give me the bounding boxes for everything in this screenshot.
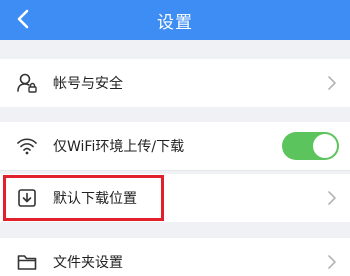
divider	[0, 170, 350, 171]
header-bar: 设置	[0, 0, 350, 40]
settings-item-label: 帐号与安全	[53, 76, 123, 92]
settings-item-label: 文件夹设置	[53, 255, 123, 271]
chevron-right-icon	[328, 76, 336, 90]
chevron-left-icon	[17, 9, 29, 29]
back-button[interactable]	[8, 4, 38, 34]
page-title: 设置	[157, 12, 193, 33]
settings-item-label: 仅WiFi环境上传/下载	[53, 139, 185, 155]
chevron-right-icon	[328, 255, 336, 269]
toggle-knob	[313, 134, 337, 158]
settings-item-wifi-only: 仅WiFi环境上传/下载	[0, 122, 350, 170]
wifi-only-toggle[interactable]	[282, 132, 339, 160]
settings-item-folder[interactable]: 文件夹设置	[0, 238, 350, 276]
user-lock-icon	[16, 72, 38, 94]
highlight-box	[3, 175, 164, 221]
settings-item-account[interactable]: 帐号与安全	[0, 59, 350, 107]
folder-icon	[16, 251, 38, 273]
chevron-right-icon	[328, 191, 336, 205]
wifi-icon	[16, 135, 38, 157]
